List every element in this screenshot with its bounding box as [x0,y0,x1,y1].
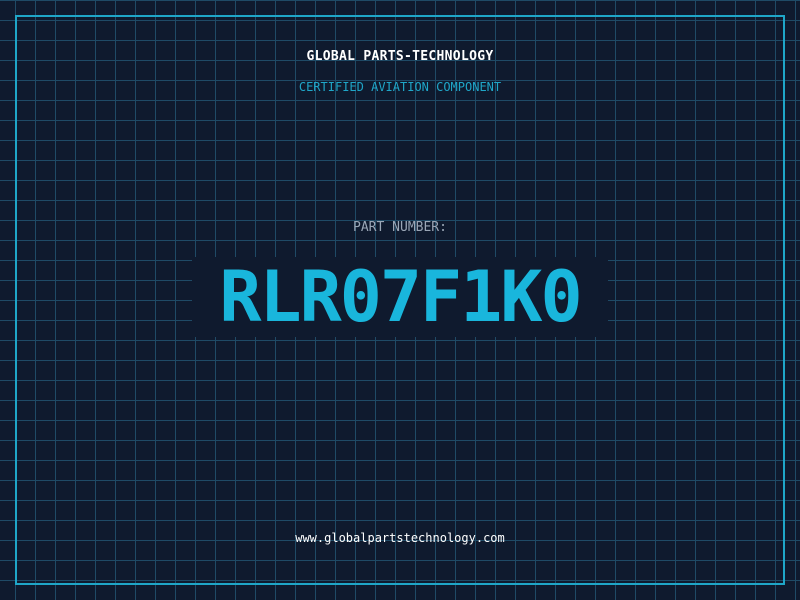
part-number-label: PART NUMBER: [353,220,447,235]
part-number-value: RLR07F1K0 [219,256,582,338]
company-name: GLOBAL PARTS-TECHNOLOGY [306,49,494,64]
certification-subtitle: CERTIFIED AVIATION COMPONENT [298,80,502,94]
website-url: www.globalpartstechnology.com [295,531,505,545]
